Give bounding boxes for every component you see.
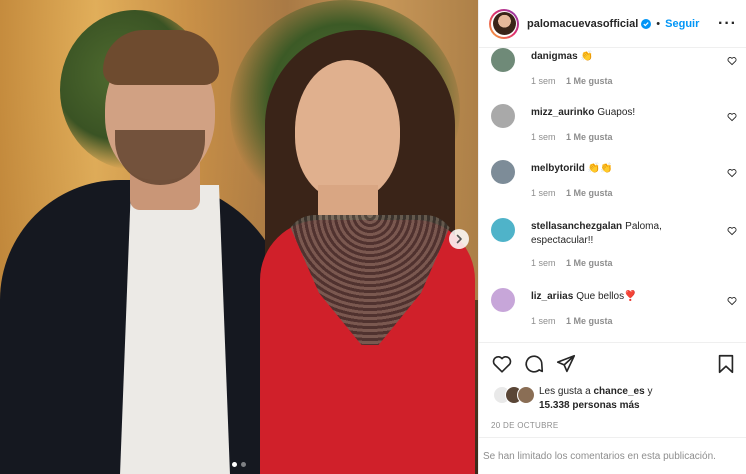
- commenter-avatar[interactable]: [491, 288, 515, 312]
- photo-man-shirt: [120, 185, 230, 474]
- comment-like-heart-icon[interactable]: [727, 168, 737, 178]
- comments-list[interactable]: danigmas 👏 1 sem 1 Me gusta mizz_aurinko G…: [479, 48, 746, 338]
- comments-limited-text: Se han limitado los comentarios en esta …: [483, 450, 716, 462]
- comment-username[interactable]: danigmas: [531, 51, 578, 62]
- comment-bubble-icon[interactable]: [523, 353, 545, 375]
- post-header: palomacuevasofficial • Seguir ···: [479, 0, 746, 48]
- comment-time: 1 sem: [531, 258, 556, 268]
- author-avatar[interactable]: [489, 8, 519, 39]
- more-options-button[interactable]: ···: [718, 15, 737, 33]
- comment-text: Guapos!: [597, 107, 636, 118]
- likes-count-link[interactable]: 15.338 personas más: [539, 400, 640, 411]
- bookmark-icon[interactable]: [715, 353, 737, 375]
- comment-time: 1 sem: [531, 316, 556, 326]
- comment-username[interactable]: melbytorild: [531, 163, 585, 174]
- comment-likes-count[interactable]: 1 Me gusta: [566, 188, 613, 198]
- share-send-icon[interactable]: [555, 353, 577, 375]
- likes-prefix: Les gusta a: [539, 386, 591, 397]
- likes-summary: Les gusta a chance_es y 15.338 personas …: [491, 384, 737, 418]
- comment-username[interactable]: mizz_aurinko: [531, 107, 594, 118]
- comment-likes-count[interactable]: 1 Me gusta: [566, 132, 613, 142]
- post-side-panel: palomacuevasofficial • Seguir ··· danigm…: [478, 0, 746, 474]
- chevron-right-icon: [456, 234, 462, 244]
- carousel-dot: [241, 462, 246, 467]
- comment-text: 👏👏: [587, 163, 613, 174]
- header-separator: •: [656, 17, 661, 30]
- comment-time: 1 sem: [531, 132, 556, 142]
- comment-like-heart-icon[interactable]: [727, 56, 737, 66]
- comment-likes-count[interactable]: 1 Me gusta: [566, 258, 613, 268]
- verified-badge-icon: [641, 18, 652, 29]
- comment-username[interactable]: liz_ariias: [531, 291, 573, 302]
- post-date[interactable]: 20 DE OCTUBRE: [491, 421, 558, 430]
- commenter-avatar[interactable]: [491, 218, 515, 242]
- follow-button[interactable]: Seguir: [665, 18, 699, 30]
- likes-conjunction: y: [647, 386, 653, 397]
- like-heart-icon[interactable]: [491, 353, 513, 375]
- carousel-dot-active: [232, 462, 237, 467]
- comment-like-heart-icon[interactable]: [727, 112, 737, 122]
- commenter-avatar[interactable]: [491, 160, 515, 184]
- comment-time: 1 sem: [531, 76, 556, 86]
- commenter-avatar[interactable]: [491, 104, 515, 128]
- carousel-indicator: [232, 462, 246, 467]
- comment-like-heart-icon[interactable]: [727, 296, 737, 306]
- carousel-next-button[interactable]: [449, 229, 469, 249]
- commenter-avatar[interactable]: [491, 48, 515, 72]
- post-photo[interactable]: [0, 0, 478, 474]
- comment-time: 1 sem: [531, 188, 556, 198]
- post-actions: [479, 342, 746, 383]
- author-avatar-image: [492, 12, 516, 35]
- author-username[interactable]: palomacuevasofficial: [527, 18, 638, 30]
- comment-text: 👏: [580, 51, 594, 62]
- liker-avatar: [517, 386, 535, 404]
- comments-limited-notice: Se han limitado los comentarios en esta …: [479, 437, 746, 474]
- comment-username[interactable]: stellasanchezgalan: [531, 221, 622, 232]
- photo-woman-face: [295, 60, 400, 200]
- comment-like-heart-icon[interactable]: [727, 226, 737, 236]
- liker-username[interactable]: chance_es: [594, 386, 645, 397]
- comment-likes-count[interactable]: 1 Me gusta: [566, 76, 613, 86]
- comment-text: Que bellos❣️: [576, 291, 637, 302]
- comment-likes-count[interactable]: 1 Me gusta: [566, 316, 613, 326]
- photo-man-hair: [103, 30, 219, 85]
